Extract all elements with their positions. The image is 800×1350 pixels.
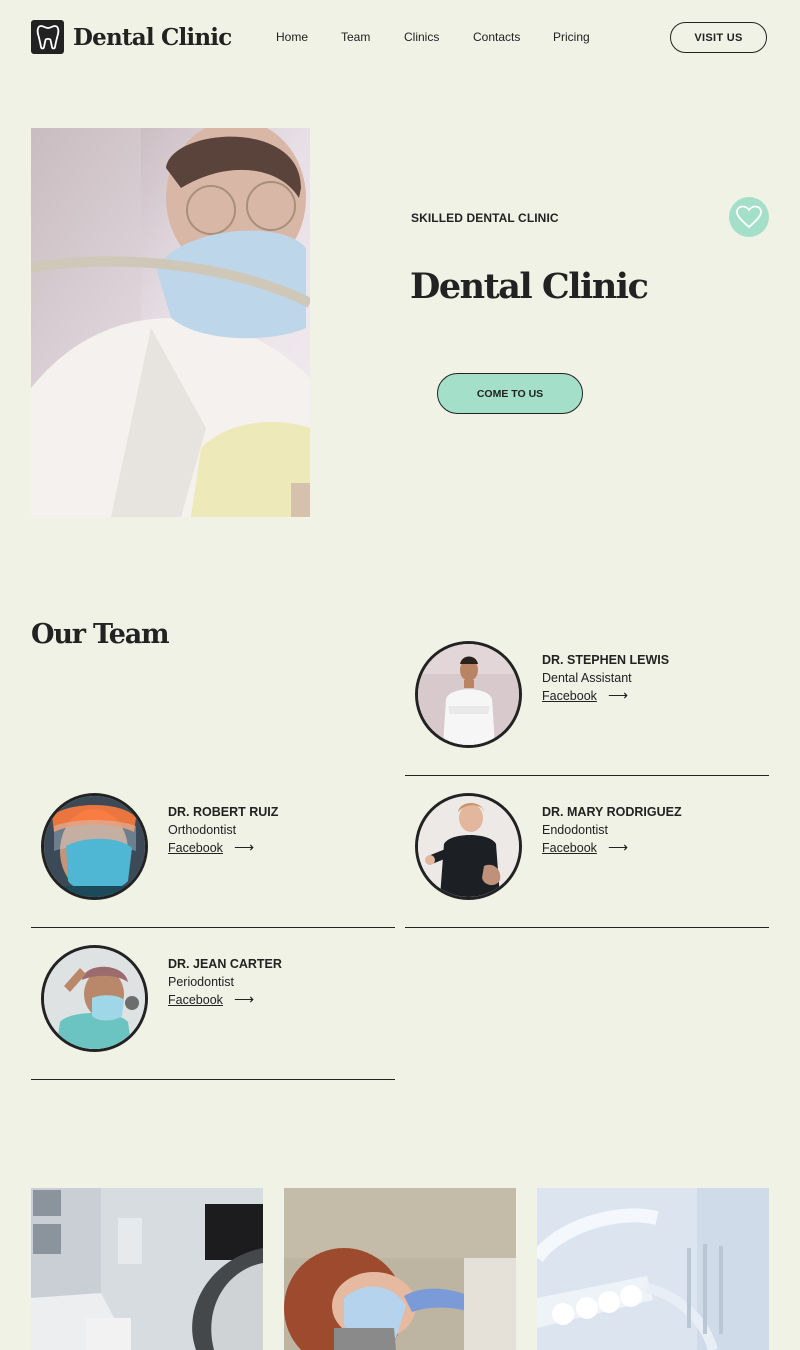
member-name: DR. ROBERT RUIZ [168, 805, 279, 819]
arrow-right-icon[interactable]: ⟶ [608, 839, 628, 856]
avatar [41, 793, 148, 900]
gallery-image-office [31, 1188, 263, 1350]
avatar [41, 945, 148, 1052]
member-role: Orthodontist [168, 823, 237, 837]
brand-name: Dental Clinic [73, 23, 232, 51]
arrow-right-icon[interactable]: ⟶ [608, 687, 628, 704]
nav-team[interactable]: Team [341, 30, 370, 44]
heart-icon[interactable] [729, 197, 769, 237]
team-member-card: DR. ROBERT RUIZ Orthodontist Facebook ⟶ [31, 793, 395, 928]
arrow-right-icon[interactable]: ⟶ [234, 839, 254, 856]
hero-photo-dentist [31, 128, 310, 517]
member-role: Endodontist [542, 823, 609, 837]
avatar [415, 793, 522, 900]
member-role: Dental Assistant [542, 671, 632, 685]
team-member-card: DR. JEAN CARTER Periodontist Facebook ⟶ [31, 945, 395, 1080]
team-member-card: DR. STEPHEN LEWIS Dental Assistant Faceb… [405, 641, 769, 776]
visit-us-button[interactable]: VISIT US [670, 22, 767, 53]
team-title: Our Team [31, 619, 170, 650]
arrow-right-icon[interactable]: ⟶ [234, 991, 254, 1008]
gallery-image-patient [284, 1188, 516, 1350]
team-member-card: DR. MARY RODRIGUEZ Endodontist Facebook … [405, 793, 769, 928]
avatar [415, 641, 522, 748]
nav-contacts[interactable]: Contacts [473, 30, 520, 44]
member-name: DR. STEPHEN LEWIS [542, 653, 670, 667]
nav-home[interactable]: Home [276, 30, 308, 44]
gallery-image-equipment [537, 1188, 769, 1350]
member-name: DR. JEAN CARTER [168, 957, 282, 971]
facebook-link[interactable]: Facebook [168, 993, 223, 1007]
facebook-link[interactable]: Facebook [168, 841, 223, 855]
nav-clinics[interactable]: Clinics [404, 30, 439, 44]
facebook-link[interactable]: Facebook [542, 689, 597, 703]
nav-pricing[interactable]: Pricing [553, 30, 590, 44]
come-to-us-button[interactable]: COME TO US [437, 373, 583, 414]
member-name: DR. MARY RODRIGUEZ [542, 805, 682, 819]
facebook-link[interactable]: Facebook [542, 841, 597, 855]
member-role: Periodontist [168, 975, 235, 989]
hero-title: Dental Clinic [410, 266, 649, 307]
tooth-icon [31, 20, 64, 54]
logo[interactable]: Dental Clinic [31, 20, 232, 54]
site-header: Dental Clinic Home Team Clinics Contacts… [0, 0, 800, 76]
hero-kicker: SKILLED DENTAL CLINIC [411, 211, 559, 225]
